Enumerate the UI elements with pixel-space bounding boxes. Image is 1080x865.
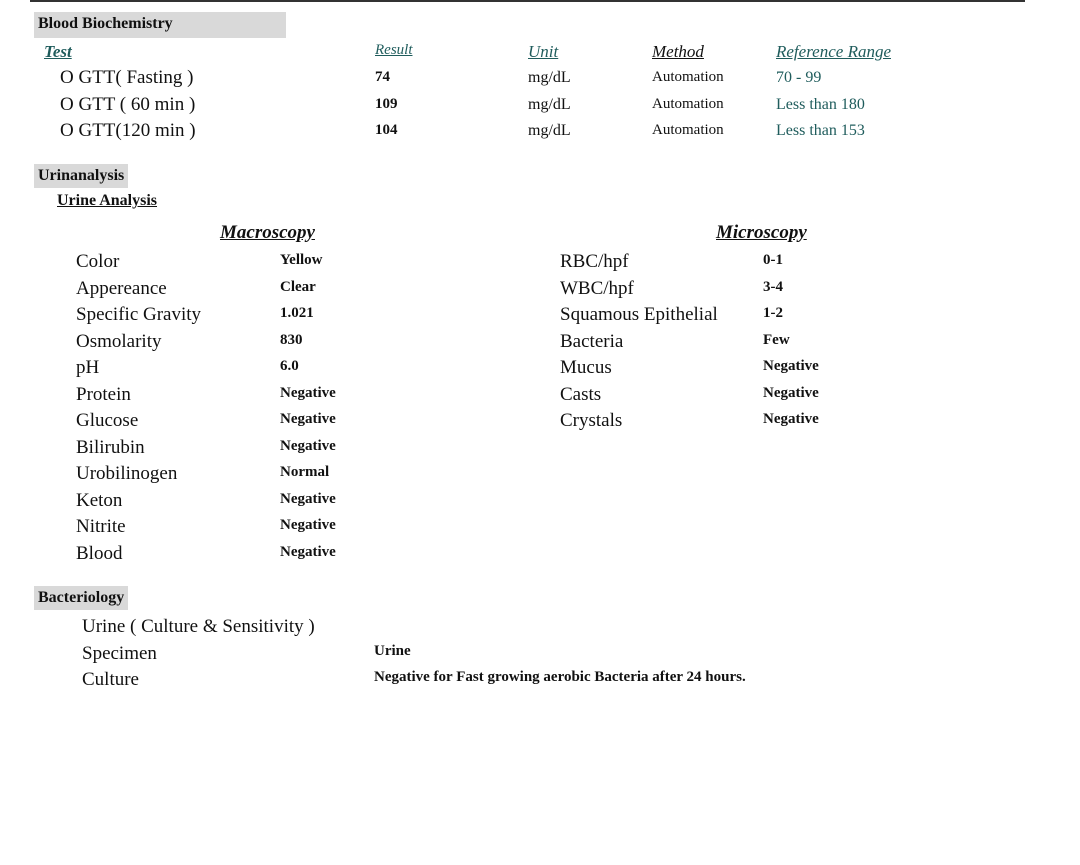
macroscopy-value: Normal [280, 464, 330, 480]
test-name: O GTT ( 60 min ) [60, 93, 196, 115]
macroscopy-label: Color [76, 251, 120, 272]
macroscopy-title: Macroscopy [220, 222, 315, 243]
top-divider [30, 0, 1025, 2]
test-unit: mg/dL [528, 95, 571, 113]
header-method: Method [652, 42, 704, 61]
lab-report-page: Blood Biochemistry Test Result Unit Meth… [0, 0, 1080, 865]
microscopy-value: 3-4 [763, 278, 783, 295]
header-result: Result [375, 42, 413, 58]
microscopy-label: Mucus [560, 357, 612, 378]
macroscopy-label: Appereance [76, 277, 167, 299]
test-unit: mg/dL [528, 122, 571, 139]
macroscopy-value: 1.021 [280, 305, 314, 321]
macroscopy-label: Specific Gravity [76, 304, 202, 325]
test-method: Automation [652, 122, 724, 138]
macroscopy-label: Urobilinogen [76, 463, 178, 484]
macroscopy-label: Nitrite [76, 516, 126, 537]
macroscopy-label: Osmolarity [76, 330, 162, 352]
macroscopy-value: 830 [280, 331, 303, 348]
test-result: 74 [375, 69, 390, 85]
microscopy-value: 1-2 [763, 305, 783, 321]
culture-test-name: Urine ( Culture & Sensitivity ) [82, 616, 315, 637]
header-reference-range: Reference Range [776, 42, 891, 61]
header-unit: Unit [528, 42, 559, 61]
macroscopy-value: Negative [280, 411, 336, 427]
microscopy-title: Microscopy [716, 222, 807, 243]
test-reference: Less than 153 [776, 122, 865, 139]
microscopy-label: Crystals [560, 410, 623, 431]
microscopy-label: Bacteria [560, 330, 624, 352]
macroscopy-label: Glucose [76, 410, 139, 431]
section-bacteriology: Bacteriology [34, 586, 129, 610]
section-blood-biochemistry: Blood Biochemistry [34, 12, 286, 38]
test-result: 104 [375, 122, 398, 138]
microscopy-label: RBC/hpf [560, 251, 629, 272]
test-name: O GTT(120 min ) [60, 120, 196, 141]
macroscopy-label: Bilirubin [76, 436, 145, 458]
culture-value: Negative for Fast growing aerobic Bacter… [374, 669, 746, 685]
culture-label: Culture [82, 669, 139, 690]
microscopy-label: Casts [560, 383, 602, 405]
macroscopy-label: Blood [76, 542, 123, 564]
macroscopy-value: Negative [280, 490, 336, 507]
test-name: O GTT( Fasting ) [60, 67, 194, 88]
microscopy-value: 0-1 [763, 252, 783, 268]
microscopy-value: Negative [763, 384, 819, 401]
microscopy-label: Squamous Epithelial [560, 304, 718, 325]
macroscopy-label: pH [76, 357, 100, 378]
macroscopy-value: Negative [280, 384, 336, 401]
microscopy-value: Few [763, 331, 790, 348]
macroscopy-value: Yellow [280, 252, 323, 268]
macroscopy-label: Protein [76, 383, 131, 405]
microscopy-value: Negative [763, 358, 819, 374]
urine-analysis-subtitle: Urine Analysis [57, 192, 158, 209]
header-test: Test [44, 42, 72, 61]
test-method: Automation [652, 69, 724, 85]
macroscopy-value: 6.0 [280, 358, 299, 374]
macroscopy-value: Negative [280, 517, 336, 533]
specimen-value: Urine [374, 643, 411, 659]
macroscopy-label: Keton [76, 489, 123, 511]
test-result: 109 [375, 95, 398, 112]
specimen-label: Specimen [82, 643, 157, 664]
test-method: Automation [652, 95, 724, 112]
macroscopy-value: Negative [280, 437, 336, 454]
macroscopy-value: Negative [280, 543, 336, 560]
test-unit: mg/dL [528, 69, 571, 86]
macroscopy-value: Clear [280, 278, 316, 295]
test-reference: Less than 180 [776, 95, 865, 113]
microscopy-value: Negative [763, 411, 819, 427]
microscopy-label: WBC/hpf [560, 277, 634, 299]
test-reference: 70 - 99 [776, 69, 822, 86]
section-urinalysis: Urinanalysis [34, 164, 129, 188]
